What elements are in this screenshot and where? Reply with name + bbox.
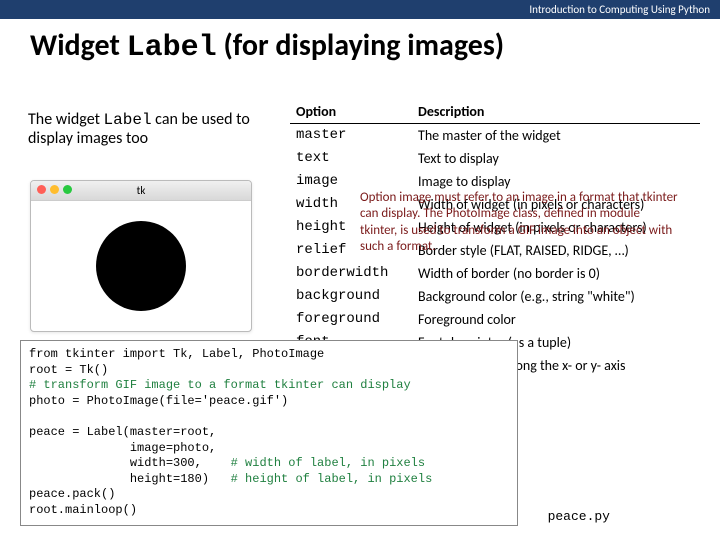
zoom-icon [63,185,72,194]
option-cell: text [290,147,412,170]
code-line: photo = PhotoImage(file='peace.gif') [29,394,509,410]
title-code: Label [127,31,217,65]
traffic-lights [37,185,72,194]
code-line: image=photo, [29,441,509,457]
col-option: Option [290,100,412,124]
table-row: foregroundForeground color [290,308,700,331]
title-suffix: (for displaying images) [217,27,505,64]
minimize-icon [50,185,59,194]
option-cell: master [290,124,412,148]
option-cell: borderwidth [290,262,412,285]
description-cell: The master of the widget [412,124,700,148]
code-filename: peace.py [548,509,610,524]
description-cell: Foreground color [412,308,700,331]
overlay-note: Option image must refer to an image in a… [360,190,680,255]
intro-a: The widget [28,110,104,129]
intro-code: Label [104,111,152,129]
code-line: root = Tk() [29,363,509,379]
code-line: height=180) # height of label, in pixels [29,472,509,488]
peace-icon [96,221,186,311]
code-line: from tkinter import Tk, Label, PhotoImag… [29,347,509,363]
option-cell: background [290,285,412,308]
table-row: backgroundBackground color (e.g., string… [290,285,700,308]
table-row: borderwidthWidth of border (no border is… [290,262,700,285]
description-cell: Width of border (no border is 0) [412,262,700,285]
close-icon [37,185,46,194]
window-body [31,201,251,331]
description-cell: Background color (e.g., string "white") [412,285,700,308]
course-header: Introduction to Computing Using Python [0,0,720,19]
intro-text: The widget Label can be used to display … [28,110,278,148]
window-titlebar: tk [31,181,251,201]
code-line [29,409,509,425]
option-cell: foreground [290,308,412,331]
description-cell: Text to display [412,147,700,170]
slide-title: Widget Label (for displaying images) [0,19,720,69]
code-block: from tkinter import Tk, Label, PhotoImag… [20,340,518,526]
code-line: peace = Label(master=root, [29,425,509,441]
table-row: textText to display [290,147,700,170]
table-row: masterThe master of the widget [290,124,700,148]
code-line: # transform GIF image to a format tkinte… [29,378,509,394]
code-line: peace.pack() [29,487,509,503]
title-prefix: Widget [30,27,127,64]
window-title: tk [137,184,146,197]
code-line: width=300, # width of label, in pixels [29,456,509,472]
tk-window: tk [30,180,252,332]
col-description: Description [412,100,700,124]
code-line: root.mainloop() [29,503,509,519]
